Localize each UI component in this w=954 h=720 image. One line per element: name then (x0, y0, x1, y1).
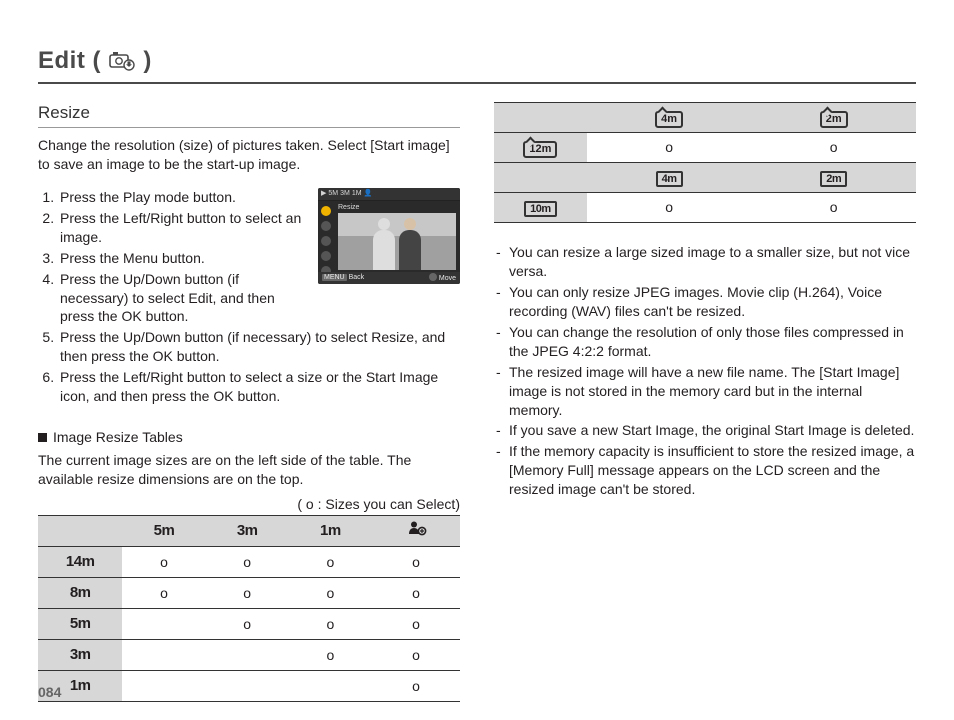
move-label: Move (439, 275, 456, 282)
col-header: 4m (587, 163, 752, 193)
resize-table-1: 5m 3m 1m (38, 515, 460, 702)
camera-sample-photo (338, 213, 456, 270)
table-cell (122, 609, 205, 640)
table-cell: o (122, 578, 205, 609)
step-item: Press the Up/Down button (if necessary) … (58, 328, 460, 366)
table-subdesc: The current image sizes are on the left … (38, 451, 460, 489)
table-cell: o (206, 578, 289, 609)
row-label: 10m (494, 193, 587, 223)
table-cell (206, 671, 289, 702)
table-cell: o (372, 547, 460, 578)
table-cell: o (372, 609, 460, 640)
resize-table-2a: 4m 2m 12m o o 4m 2m 10m o o (494, 102, 916, 223)
col-header: 3m (206, 516, 289, 547)
row-label: 3m (38, 640, 122, 671)
table-cell: o (587, 193, 752, 223)
table-cell (122, 671, 205, 702)
col-header: 1m (289, 516, 372, 547)
start-image-icon (405, 520, 427, 542)
col-header: 5m (122, 516, 205, 547)
note-item: You can only resize JPEG images. Movie c… (494, 283, 916, 321)
page-number: 084 (38, 683, 61, 702)
row-label: 12m (494, 133, 587, 163)
table-cell: o (289, 640, 372, 671)
table-cell: o (289, 547, 372, 578)
note-item: The resized image will have a new file n… (494, 363, 916, 420)
notes-list: You can resize a large sized image to a … (494, 243, 916, 499)
note-item: If the memory capacity is insufficient t… (494, 442, 916, 499)
row-label: 5m (38, 609, 122, 640)
table-cell: o (289, 609, 372, 640)
instruction-steps: Press the Play mode button. Press the Le… (38, 188, 460, 406)
table-cell: o (751, 193, 916, 223)
table-legend: ( o : Sizes you can Select) (38, 495, 460, 514)
table-cell: o (372, 640, 460, 671)
table-cell: o (372, 671, 460, 702)
note-item: You can change the resolution of only th… (494, 323, 916, 361)
bullet-square-icon (38, 433, 47, 442)
table-cell: o (587, 133, 752, 163)
camera-preview-screenshot: ▶5M3M1M👤 Resize MENU (318, 188, 460, 284)
title-prefix: Edit ( (38, 47, 101, 74)
table-cell: o (372, 578, 460, 609)
table-cell: o (206, 609, 289, 640)
back-label: Back (349, 274, 365, 281)
section-heading: Resize (38, 102, 460, 128)
title-suffix: ) (143, 47, 152, 74)
edit-icon (108, 48, 136, 80)
step-item: Press the Left/Right button to select a … (58, 368, 460, 406)
note-item: If you save a new Start Image, the origi… (494, 421, 916, 440)
row-label: 14m (38, 547, 122, 578)
camera-mode-label: Resize (338, 203, 359, 212)
col-header: 2m (751, 163, 916, 193)
page-title: Edit ( ) (38, 45, 916, 84)
table-cell: o (206, 547, 289, 578)
col-header: 2m (751, 103, 916, 133)
table-cell (289, 671, 372, 702)
col-header (372, 516, 460, 547)
table-cell: o (122, 547, 205, 578)
table-cell: o (751, 133, 916, 163)
section-intro: Change the resolution (size) of pictures… (38, 136, 460, 174)
note-item: You can resize a large sized image to a … (494, 243, 916, 281)
right-column: 4m 2m 12m o o 4m 2m 10m o o (494, 102, 916, 702)
table-subheading: Image Resize Tables (38, 428, 460, 447)
table-cell: o (289, 578, 372, 609)
col-header: 4m (587, 103, 752, 133)
row-label: 8m (38, 578, 122, 609)
table-cell (206, 640, 289, 671)
table-cell (122, 640, 205, 671)
left-column: Resize Change the resolution (size) of p… (38, 102, 460, 702)
